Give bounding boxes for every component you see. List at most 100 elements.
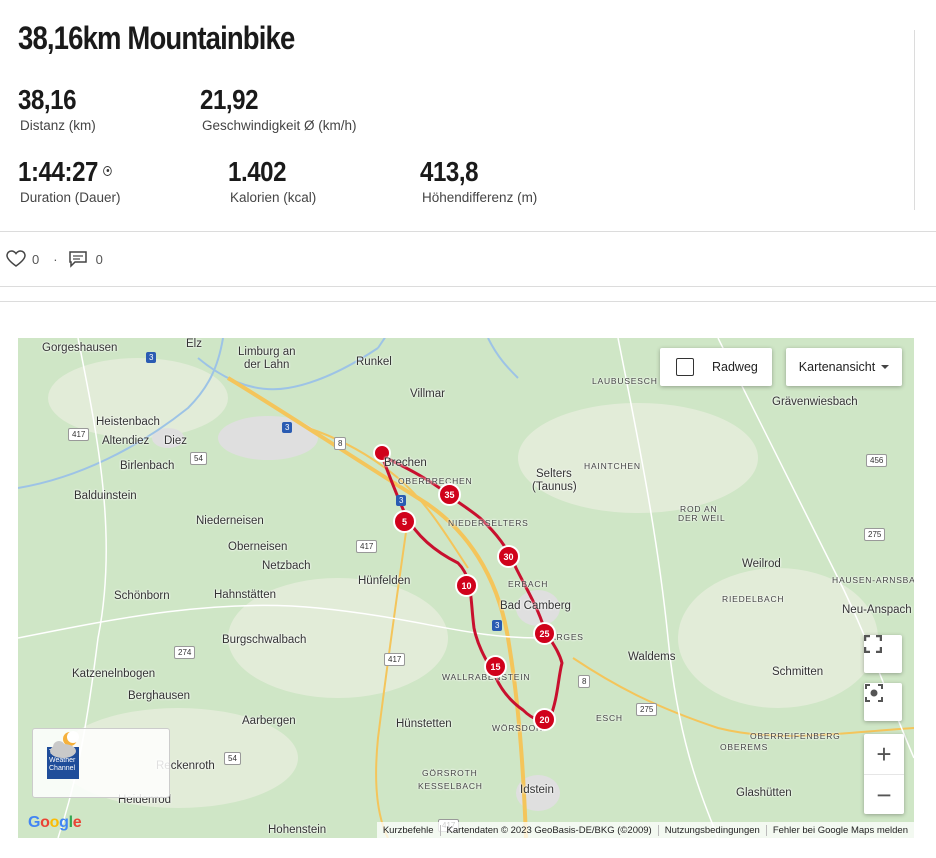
report-error-link[interactable]: Fehler bei Google Maps melden: [765, 824, 914, 836]
place-label: Weilrod: [742, 558, 781, 570]
zoom-in-button[interactable]: +: [864, 734, 904, 774]
road-shield: 417: [356, 540, 378, 553]
stat-elevation-value: 413,8: [420, 156, 479, 187]
location-icon: [865, 684, 883, 702]
keyboard-shortcuts-link[interactable]: Kurzbefehle: [377, 825, 440, 836]
km-marker[interactable]: 20: [533, 708, 556, 731]
map-view-dropdown[interactable]: Kartenansicht: [786, 348, 902, 386]
comment-count: 0: [95, 251, 103, 267]
stat-speed: 21,92 Geschwindigkeit Ø (km/h): [200, 84, 357, 133]
like-button[interactable]: 0: [6, 250, 39, 268]
social-bar: 0 · 0: [6, 248, 103, 270]
place-label: Brechen: [384, 457, 427, 469]
stat-distance-label: Distanz (km): [20, 118, 96, 133]
place-label: Hünstetten: [396, 718, 452, 730]
km-marker[interactable]: 10: [455, 574, 478, 597]
place-label: Altendiez: [102, 435, 150, 447]
place-label: ERBACH: [508, 579, 549, 589]
place-label: Schmitten: [772, 666, 824, 678]
place-label: Berghausen: [128, 690, 191, 702]
place-label: Hahnstätten: [214, 589, 277, 601]
road-shield: 275: [636, 703, 658, 716]
place-label: Elz: [186, 338, 202, 350]
stat-calories-value: 1.402: [228, 156, 287, 187]
comment-button[interactable]: 0: [68, 250, 103, 268]
road-shield: 54: [190, 452, 207, 465]
road-shield: 275: [864, 528, 886, 541]
divider: [0, 286, 936, 287]
place-label: HAINTCHEN: [584, 461, 641, 471]
place-label: Hünfelden: [358, 575, 411, 587]
stat-duration-label: Duration (Dauer): [20, 190, 121, 205]
road-shield: 456: [866, 454, 888, 467]
zoom-control[interactable]: + −: [864, 734, 904, 814]
place-label: KESSELBACH: [418, 781, 483, 791]
place-label: Diez: [164, 435, 188, 447]
place-label: ESCH: [596, 713, 623, 723]
place-label: Selters: [536, 468, 572, 480]
divider: [0, 301, 936, 302]
stat-distance: 38,16 Distanz (km): [18, 84, 96, 133]
radweg-toggle[interactable]: Radweg: [660, 348, 772, 386]
clock-icon[interactable]: [103, 165, 112, 176]
stat-duration: 1:44:27 Duration (Dauer): [18, 156, 127, 205]
place-label: OBERREIFENBERG: [750, 731, 841, 741]
place-label: LAUBUSESCH: [592, 376, 658, 386]
place-label: Schönborn: [114, 590, 170, 602]
place-label: Glashütten: [736, 787, 792, 799]
heart-icon: [6, 250, 26, 267]
caret-down-icon: [881, 365, 890, 369]
place-label: Neu-Anspach: [842, 604, 912, 616]
fullscreen-button[interactable]: [864, 635, 902, 673]
my-location-button[interactable]: [864, 683, 902, 721]
road-shield: 417: [384, 653, 406, 666]
divider: [914, 30, 915, 210]
place-label: Idstein: [520, 784, 554, 796]
place-label: Balduinstein: [74, 490, 137, 502]
place-label: Bad Camberg: [500, 600, 571, 612]
place-label: DER WEIL: [678, 513, 726, 523]
km-marker[interactable]: 35: [438, 483, 461, 506]
terms-link[interactable]: Nutzungsbedingungen: [657, 824, 766, 836]
road-shield: 8: [578, 675, 591, 688]
road-shield: 54: [224, 752, 241, 765]
separator: ·: [53, 251, 58, 267]
stat-calories: 1.402 Kalorien (kcal): [228, 156, 316, 205]
place-label: Hohenstein: [268, 824, 327, 836]
place-label: Villmar: [410, 388, 445, 400]
place-label: Katzenelnbogen: [72, 668, 156, 680]
page-title: 38,16km Mountainbike: [18, 20, 295, 56]
radweg-checkbox[interactable]: [676, 358, 694, 376]
km-marker[interactable]: 25: [533, 622, 556, 645]
place-label: Burgschwalbach: [222, 634, 307, 646]
km-marker[interactable]: 5: [393, 510, 416, 533]
place-label: GÖRSROTH: [422, 768, 478, 778]
km-marker[interactable]: 15: [484, 655, 507, 678]
place-label: (Taunus): [532, 481, 577, 493]
place-label: OBEREMS: [720, 742, 769, 752]
stat-distance-value: 38,16: [18, 84, 77, 115]
stat-duration-value: 1:44:27: [18, 156, 98, 187]
km-marker[interactable]: 30: [497, 545, 520, 568]
comment-icon: [68, 251, 87, 268]
minus-icon: −: [876, 779, 892, 810]
place-label: Niederneisen: [196, 515, 264, 527]
stat-speed-label: Geschwindigkeit Ø (km/h): [202, 118, 357, 133]
place-label: der Lahn: [244, 359, 290, 371]
stat-calories-label: Kalorien (kcal): [230, 190, 317, 205]
fullscreen-icon: [864, 635, 882, 653]
place-label: OBERBRECHEN: [398, 476, 473, 486]
stat-elevation-label: Höhendifferenz (m): [422, 190, 538, 205]
road-shield: 274: [174, 646, 196, 659]
place-label: RIEDELBACH: [722, 594, 785, 604]
route-map[interactable]: Gorgeshausen Elz Runkel Limburg an der Lahn V…: [18, 338, 914, 838]
weather-widget[interactable]: The Weather Channel: [32, 728, 170, 798]
place-label: Runkel: [356, 356, 392, 368]
stat-speed-value: 21,92: [200, 84, 259, 115]
stat-elevation: 413,8 Höhendifferenz (m): [420, 156, 537, 205]
place-label: NIEDERSELTERS: [448, 518, 529, 528]
map-view-label: Kartenansicht: [798, 360, 876, 374]
zoom-out-button[interactable]: −: [864, 774, 904, 815]
partly-cloudy-night-icon: [50, 731, 79, 758]
place-label: Waldems: [628, 651, 676, 663]
